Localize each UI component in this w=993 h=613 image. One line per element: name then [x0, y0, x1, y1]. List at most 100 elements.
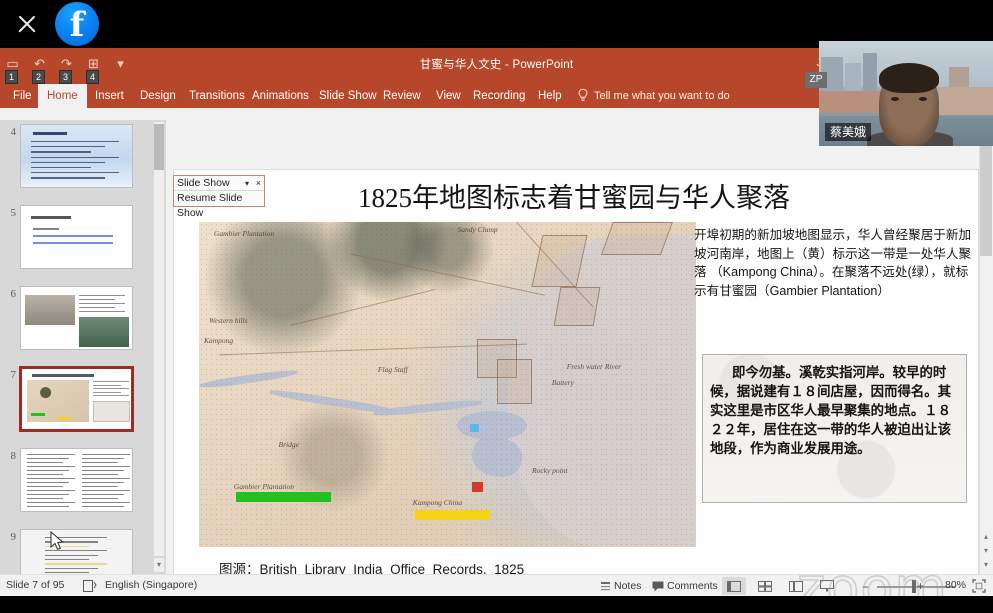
slide-thumbnail-7[interactable]: 7	[0, 367, 152, 433]
thumb-body-line	[82, 466, 130, 468]
thumb-body-line	[27, 494, 69, 496]
slide-thumbnail-preview[interactable]	[20, 124, 133, 188]
fit-slide-to-window-icon[interactable]	[972, 579, 986, 593]
map-label: Rocky point	[531, 465, 568, 475]
thumb-green-highlight	[31, 413, 45, 416]
webcam-building	[863, 53, 877, 91]
facebook-player-bottom-bar	[0, 596, 993, 613]
slide-thumbnail-preview[interactable]	[20, 448, 133, 512]
slide-thumbnail-8[interactable]: 8	[0, 448, 152, 514]
close-icon[interactable]: ×	[256, 176, 261, 191]
thumb-body-line	[82, 458, 124, 460]
slide-counter[interactable]: Slide 7 of 95	[6, 579, 64, 591]
thumb-quote-box	[93, 401, 130, 422]
accessibility-checker-icon[interactable]	[83, 580, 97, 592]
slide-thumbnail-6[interactable]: 6	[0, 286, 152, 352]
thumb-body-line	[93, 395, 129, 397]
reading-view-button[interactable]	[784, 577, 808, 595]
thumbnail-scrollbar-thumb[interactable]	[154, 124, 164, 170]
slide-body-paragraph[interactable]: 开埠初期的新加坡地图显示，华人曾经聚居于新加坡河南岸，地图上（黄）标示这一带是一…	[694, 226, 974, 300]
tell-me-search[interactable]: Tell me what you want to do	[578, 84, 730, 108]
start-slideshow-button-keytip: 4	[86, 70, 100, 84]
slide-sorter-icon	[758, 581, 772, 592]
zoom-slider-track[interactable]	[877, 586, 955, 588]
normal-view-icon	[727, 581, 741, 592]
comments-button[interactable]: Comments	[652, 578, 718, 594]
webcam-person-hair	[879, 63, 939, 93]
language-indicator[interactable]: English (Singapore)	[105, 579, 197, 591]
zoom-in-button[interactable]: +	[917, 579, 924, 593]
comments-label: Comments	[667, 580, 718, 592]
thumbnail-scroll-down-button[interactable]: ▾	[154, 558, 164, 572]
zoom-webcam-tile[interactable]: 蔡美娥	[819, 41, 993, 146]
map-label: Flag Staff	[377, 365, 408, 374]
map-label: Kampong	[203, 335, 234, 345]
zoom-slider-handle[interactable]	[912, 580, 916, 593]
historical-map-image[interactable]: Gambier Plantation Sandy Clump Western hil…	[199, 222, 696, 547]
slide-thumbnail-5[interactable]: 5	[0, 205, 152, 271]
redo-button-keytip: 3	[59, 70, 73, 84]
ribbon-tab-review[interactable]: Review	[374, 84, 430, 108]
slide-thumbnail-4[interactable]: 4	[0, 124, 152, 190]
zoom-level-label[interactable]: 80%	[945, 579, 966, 591]
slide-sorter-view-button[interactable]	[753, 577, 777, 595]
slide-title[interactable]: 1825年地图标志着甘蜜园与华人聚落	[204, 176, 944, 215]
slide-editing-area: 1825年地图标志着甘蜜园与华人聚落 Gambier Plantation Sa…	[166, 120, 993, 596]
thumb-body-line	[82, 490, 130, 492]
thumbnail-scrollbar-track[interactable]	[154, 122, 164, 556]
thumb-body-line	[82, 482, 124, 484]
chevron-down-icon[interactable]: ▾	[245, 176, 249, 191]
ribbon-tab-help[interactable]: Help	[529, 84, 571, 108]
ribbon-tab-design[interactable]: Design	[131, 84, 185, 108]
slide-show-toolbar-header[interactable]: Slide Show ▾ ×	[174, 176, 264, 191]
ribbon-tab-file[interactable]: File	[4, 84, 41, 108]
resume-slide-show-item[interactable]: Resume Slide Show	[174, 191, 264, 219]
slide-thumbnail-preview[interactable]	[20, 367, 133, 431]
webcam-building	[845, 63, 861, 91]
ribbon-tab-home[interactable]: Home	[38, 84, 87, 108]
webcam-shophouse-row	[939, 87, 993, 115]
thumb-body-line	[27, 458, 69, 460]
blue-marker	[469, 423, 479, 432]
slide-show-floating-toolbar[interactable]: Slide Show ▾ × Resume Slide Show	[173, 175, 265, 219]
previous-slide-button[interactable]: ▴	[979, 530, 993, 544]
thumb-body-line	[93, 388, 129, 390]
thumb-body-line	[27, 490, 75, 492]
slide-thumbnail-9[interactable]: 9	[0, 529, 152, 574]
thumb-body-line	[45, 554, 98, 556]
thumb-body-line	[27, 482, 69, 484]
thumb-body-line	[27, 470, 69, 472]
thumb-body-line	[93, 384, 121, 386]
next-slide-button[interactable]: ▾	[979, 558, 993, 572]
scrollbar-thumb[interactable]	[980, 136, 992, 256]
webcam-person-eye	[919, 97, 927, 101]
slide-vertical-scrollbar[interactable]: ▴ ▴ ▾ ▾	[979, 120, 993, 574]
thumb-body-line	[31, 156, 119, 158]
slide-thumbnail-preview[interactable]	[20, 205, 133, 269]
thumb-body-line	[31, 146, 105, 148]
scroll-down-button[interactable]: ▾	[979, 544, 993, 558]
notes-button[interactable]: Notes	[600, 578, 641, 594]
ribbon-tab-animations[interactable]: Animations	[243, 84, 318, 108]
thumb-body-line	[82, 470, 124, 472]
participant-name-label: 蔡美娥	[825, 123, 872, 141]
thumb-photo	[79, 317, 129, 347]
ribbon-tab-recording[interactable]: Recording	[464, 84, 534, 108]
zoom-out-button[interactable]: −	[862, 580, 869, 594]
slide-thumbnail-number: 5	[10, 207, 17, 219]
thumb-body-line	[82, 474, 118, 476]
slide-thumbnail-preview[interactable]	[20, 286, 133, 350]
slide-thumbnail-preview[interactable]	[20, 529, 133, 574]
map-label: Western hills	[208, 316, 248, 326]
current-slide[interactable]: 1825年地图标志着甘蜜园与华人聚落 Gambier Plantation Sa…	[173, 169, 979, 596]
quote-image-box[interactable]: 即今勿基。溪乾实指河岸。较早的时候，据说建有１８间店屋，因而得名。其实这里是市区…	[702, 354, 967, 503]
thumb-body-line	[79, 311, 125, 313]
ribbon-tab-insert[interactable]: Insert	[86, 84, 133, 108]
facebook-logo[interactable]: f	[55, 2, 99, 46]
slide-thumbnail-pane[interactable]: ▾ 4 5 6 7 8 9	[0, 120, 166, 574]
thumb-body-line	[79, 295, 125, 297]
normal-view-button[interactable]	[722, 577, 746, 595]
close-icon[interactable]	[14, 11, 40, 37]
map-label: Sandy Clump	[457, 225, 498, 235]
slide-show-view-button[interactable]	[815, 577, 839, 595]
